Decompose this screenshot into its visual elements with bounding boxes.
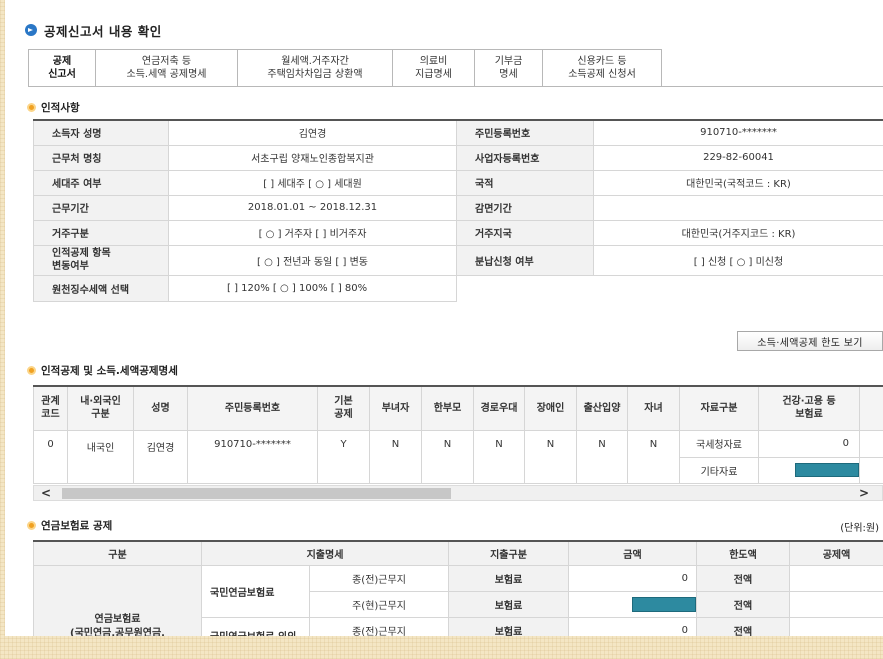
deduction-section-title: 인적공제 및 소득.세액공제명세: [27, 363, 178, 378]
horizontal-scrollbar[interactable]: < >: [33, 485, 883, 501]
tab-credit-card[interactable]: 신용카드 등 소득공제 신청서: [542, 49, 662, 87]
table-row: 근무기간 2018.01.01 ~ 2018.12.31 감면기간: [33, 194, 883, 221]
document-page: 공제신고서 내용 확인 공제 신고서 연금저축 등 소득.세액 공제명세 월세액.거…: [5, 0, 883, 636]
arrow-circle-icon: [25, 24, 37, 36]
bullet-icon: [27, 103, 36, 112]
bullet-icon: [27, 366, 36, 375]
table-header-row: 관계 코드 내·외국인 구분 성명 주민등록번호 기본 공제 부녀자 한부모 경로우대…: [33, 385, 883, 431]
table-row: 거주구분 [ ○ ] 거주자 [ ] 비거주자 거주지국 대한민국(거주지코드 …: [33, 219, 883, 246]
tab-underline: [28, 86, 883, 87]
tab-bar: 공제 신고서 연금저축 등 소득.세액 공제명세 월세액.거주자간 주택임차차입금 상…: [28, 49, 662, 87]
table-row: 0 내국인 김연경 910710-******* Y N N N N N N 국…: [33, 429, 883, 484]
bullet-icon: [27, 521, 36, 530]
unit-label: (단위:원): [840, 523, 879, 534]
tab-donation[interactable]: 기부금 명세: [474, 49, 542, 87]
deduction-limit-button[interactable]: 소득·세액공제 한도 보기: [737, 331, 883, 351]
redacted-value-bar: [795, 463, 859, 477]
personal-section-title: 인적사항: [27, 100, 80, 115]
scrollbar-thumb[interactable]: [62, 488, 451, 499]
page-title: 공제신고서 내용 확인: [25, 22, 162, 39]
personal-info-table: 소득자 성명 김연경 주민등록번호 910710-******* 근무처 명칭 …: [33, 119, 883, 302]
table-row: 연금보험료 (국민연금,공무원연금, 국민연금보험료 종(전)근무지 보험료 0 …: [33, 564, 883, 636]
pension-section-title: 연금보험료 공제: [27, 518, 112, 533]
page-title-text: 공제신고서 내용 확인: [44, 23, 162, 39]
tab-deduction-report[interactable]: 공제 신고서: [28, 49, 95, 87]
table-row: 세대주 여부 [ ] 세대주 [ ○ ] 세대원 국적 대한민국(국적코드 : …: [33, 169, 883, 196]
table-header-row: 구분 지출명세 지출구분 금액 한도액 공제액: [33, 540, 883, 566]
tab-monthly-rent[interactable]: 월세액.거주자간 주택임차차입금 상환액: [237, 49, 392, 87]
scroll-right-icon[interactable]: >: [856, 485, 872, 501]
pension-table: 구분 지출명세 지출구분 금액 한도액 공제액 연금보험료 (국민연금,공무원연금…: [33, 540, 883, 636]
table-row: 근무처 명칭 서초구립 양재노인종합복지관 사업자등록번호 229-82-600…: [33, 144, 883, 171]
scroll-left-icon[interactable]: <: [38, 485, 54, 501]
deduction-table: 관계 코드 내·외국인 구분 성명 주민등록번호 기본 공제 부녀자 한부모 경로우대…: [33, 385, 883, 484]
tab-medical-expense[interactable]: 의료비 지급명세: [392, 49, 474, 87]
redacted-value-bar: [632, 596, 696, 612]
tab-pension-savings[interactable]: 연금저축 등 소득.세액 공제명세: [95, 49, 237, 87]
table-row: 원천징수세액 선택 [ ] 120% [ ○ ] 100% [ ] 80%: [33, 274, 883, 302]
table-row: 인적공제 항목 변동여부 [ ○ ] 전년과 동일 [ ] 변동 분납신청 여부 …: [33, 244, 883, 276]
table-row: 소득자 성명 김연경 주민등록번호 910710-*******: [33, 119, 883, 146]
